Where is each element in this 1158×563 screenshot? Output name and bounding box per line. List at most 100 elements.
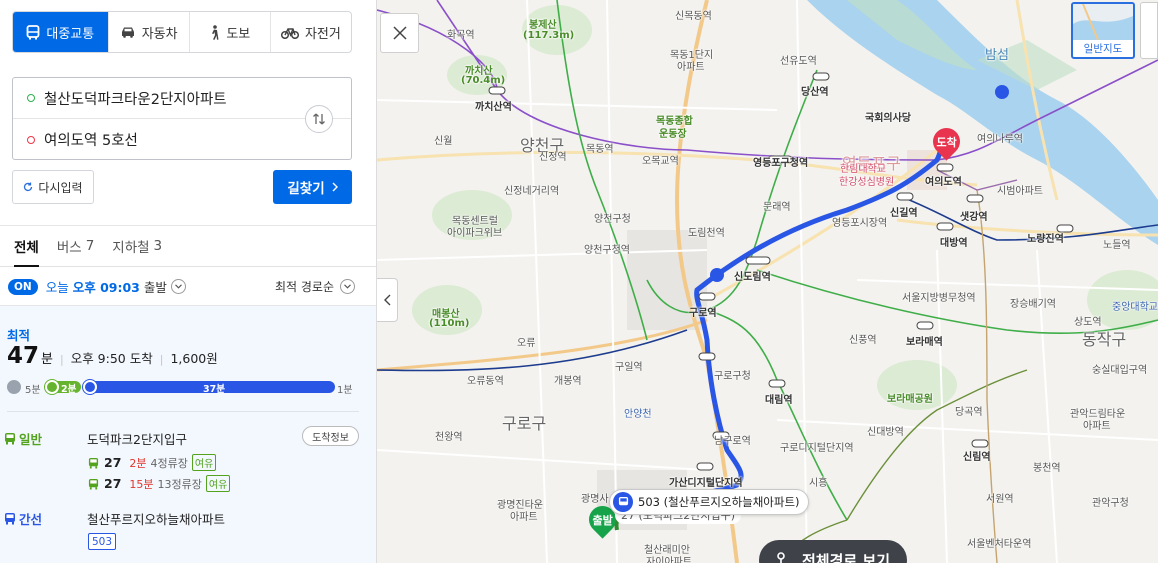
mode-bike-label: 자전거 bbox=[304, 26, 341, 42]
bus-icon bbox=[5, 433, 15, 445]
walk-icon bbox=[212, 24, 219, 40]
map-label: 영등포시장역 bbox=[832, 218, 888, 229]
tab-all-label: 전체 bbox=[14, 240, 39, 256]
reset-button[interactable]: 다시입력 bbox=[12, 170, 94, 204]
map-label: 양천구청역 bbox=[584, 245, 630, 256]
map-view[interactable]: 화곡역 봉제산 (117.3m) 까치산 (70.4m) 까치산역 신월 양천구… bbox=[377, 0, 1158, 563]
bus-eta: 15분 bbox=[129, 477, 154, 491]
map-label: 오류동역 bbox=[467, 376, 504, 387]
close-directions-button[interactable] bbox=[380, 13, 419, 53]
map-label: 밤섬 bbox=[985, 48, 1009, 63]
tab-subway[interactable]: 지하철 3 bbox=[112, 226, 162, 266]
step-2-type-label: 간선 bbox=[19, 512, 43, 527]
sort-dropdown[interactable]: 최적 경로순 bbox=[275, 278, 355, 295]
map-label: 신길역 bbox=[890, 208, 918, 219]
arrival-info-button[interactable]: 도착정보 bbox=[302, 426, 359, 446]
map-label: 신림역 bbox=[963, 452, 991, 463]
destination-dot-icon bbox=[27, 135, 35, 144]
map-label: 노들역 bbox=[1103, 240, 1131, 251]
mode-walk-tab[interactable]: 도보 bbox=[188, 12, 270, 52]
map-label: 양천구청 bbox=[594, 214, 631, 225]
route-result-card[interactable]: 최적 47 분 | 오후 9:50 도착 | 1,600원 5분 2분 37분 … bbox=[0, 306, 376, 563]
transport-mode-tabs: 대중교통 자동차 도보 자전거 bbox=[12, 11, 352, 53]
sort-chevron bbox=[340, 279, 355, 294]
mode-transit-label: 대중교통 bbox=[46, 26, 95, 42]
close-icon bbox=[392, 26, 407, 40]
map-label: 노량진역 bbox=[1027, 234, 1064, 245]
bus-icon bbox=[5, 513, 15, 525]
destination-pin-label: 도착 bbox=[936, 135, 957, 149]
bus-callout[interactable]: 503 (철산푸르지오하늘채아파트) bbox=[609, 489, 809, 515]
bus-arrival-row-1: 27 2분 4정류장 여유 bbox=[88, 454, 217, 471]
step-divider bbox=[7, 411, 359, 412]
duration-number: 47 bbox=[7, 343, 40, 369]
map-label: 보라매공원 bbox=[887, 394, 933, 405]
map-label: 여의나루역 bbox=[977, 134, 1023, 145]
map-label: 신풍역 bbox=[849, 335, 877, 346]
reset-label: 다시입력 bbox=[38, 180, 83, 195]
map-label: 문래역 bbox=[763, 202, 791, 213]
map-label: 장승배기역 bbox=[1010, 299, 1056, 310]
map-label: 신도림역 bbox=[734, 272, 771, 283]
map-type-label: 일반지도 bbox=[1083, 43, 1123, 55]
chevron-right-icon bbox=[332, 182, 338, 192]
origin-pin-label: 출발 bbox=[592, 513, 613, 527]
departure-day: 오늘 bbox=[45, 280, 69, 295]
map-label: 구로구청 bbox=[714, 371, 751, 382]
map-label: (70.4m) bbox=[461, 75, 506, 86]
mode-transit-tab[interactable]: 대중교통 bbox=[13, 12, 108, 52]
mode-bike-tab[interactable]: 자전거 bbox=[269, 12, 351, 52]
step-2-stop: 철산푸르지오하늘채아파트 bbox=[87, 512, 226, 527]
chevron-down-icon bbox=[175, 284, 182, 289]
tab-bus[interactable]: 버스 7 bbox=[57, 226, 94, 266]
map-label: 남구로역 bbox=[714, 436, 751, 447]
map-label: (110m) bbox=[429, 318, 470, 329]
departure-time[interactable]: 오후 09:03 bbox=[73, 277, 140, 296]
map-label: 샛강역 bbox=[960, 212, 988, 223]
destination-value: 여의도역 5호선 bbox=[44, 133, 138, 149]
bus-number: 27 bbox=[104, 455, 122, 470]
map-label: (117.3m) bbox=[523, 30, 575, 41]
bus-segment-2-icon bbox=[83, 380, 97, 394]
mode-car-tab[interactable]: 자동차 bbox=[107, 12, 189, 52]
bus-segment-1-icon bbox=[45, 380, 59, 394]
collapse-panel-button[interactable] bbox=[377, 278, 398, 322]
map-label: 당곡역 bbox=[955, 407, 983, 418]
departure-time-bar: ON 오늘 오후 09:03 출발 최적 경로순 bbox=[0, 268, 376, 306]
map-label: 선유도역 bbox=[780, 56, 817, 67]
destination-field[interactable]: 여의도역 5호선 bbox=[13, 119, 351, 160]
map-label: 개봉역 bbox=[554, 376, 582, 387]
map-label: 봉제산 bbox=[529, 20, 557, 31]
bus-icon bbox=[88, 457, 99, 468]
route-summary: 47 분 | 오후 9:50 도착 | 1,600원 bbox=[7, 343, 218, 369]
bus-segment-1-time: 2분 bbox=[61, 384, 77, 395]
map-label: 국회의사당 bbox=[865, 113, 911, 124]
map-type-normal-button[interactable]: 일반지도 bbox=[1071, 2, 1135, 59]
departure-dropdown[interactable] bbox=[170, 279, 186, 294]
map-label: 여의도역 bbox=[925, 177, 962, 188]
map-label: 천왕역 bbox=[435, 432, 463, 443]
swap-button[interactable] bbox=[305, 105, 333, 133]
map-label: 신목동역 bbox=[675, 11, 712, 22]
map-type-satellite-button[interactable] bbox=[1140, 2, 1158, 59]
find-route-label: 길찾기 bbox=[287, 181, 325, 197]
map-label: 까치산역 bbox=[475, 102, 512, 113]
find-route-button[interactable]: 길찾기 bbox=[273, 170, 352, 204]
swap-arrows-icon bbox=[313, 113, 325, 125]
bus-route-chip[interactable]: 503 bbox=[88, 533, 117, 550]
realtime-on-toggle[interactable]: ON bbox=[8, 278, 38, 295]
map-label: 자이아파트 bbox=[646, 557, 692, 563]
map-label: 화곡역 bbox=[447, 30, 475, 41]
route-segment-bar: 5분 2분 37분 1분 bbox=[7, 379, 357, 396]
map-label: 신대방역 bbox=[867, 427, 904, 438]
full-route-button[interactable]: 전체경로 보기 bbox=[759, 540, 907, 563]
refresh-icon bbox=[24, 182, 33, 192]
tab-all[interactable]: 전체 bbox=[14, 226, 39, 267]
mode-car-label: 자동차 bbox=[141, 26, 178, 42]
best-route-tag: 최적 bbox=[7, 328, 31, 343]
bus-stops-away: 4정류장 bbox=[150, 456, 188, 470]
origin-field[interactable]: 철산도덕파크타운2단지아파트 bbox=[13, 78, 351, 119]
map-label: 영등포구청역 bbox=[753, 158, 809, 169]
bus-stops-away: 13정류장 bbox=[157, 477, 202, 491]
tab-bus-count: 7 bbox=[85, 238, 95, 254]
